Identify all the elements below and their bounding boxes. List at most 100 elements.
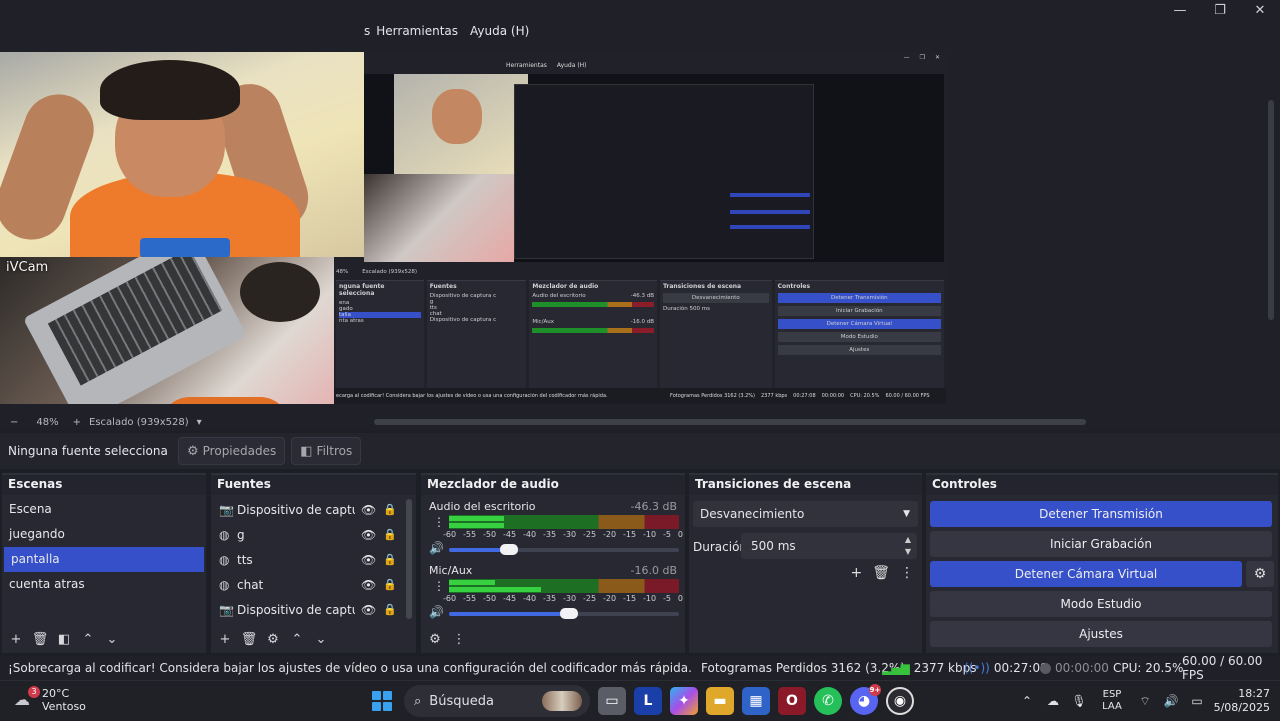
gears-icon[interactable]: ⚙: [425, 632, 445, 647]
settings-button[interactable]: Ajustes: [930, 621, 1272, 647]
trash-icon[interactable]: 🗑: [30, 632, 50, 647]
volume-slider[interactable]: [449, 544, 679, 555]
virtual-camera-settings-button[interactable]: ⚙: [1246, 561, 1274, 587]
studio-mode-button[interactable]: Modo Estudio: [930, 591, 1272, 617]
more-vertical-icon[interactable]: ⋮: [449, 632, 469, 647]
menu-herramientas[interactable]: Herramientas: [376, 24, 458, 38]
trash-icon[interactable]: 🗑: [239, 632, 259, 647]
source-item[interactable]: ◍ tts 👁 🔒: [211, 547, 416, 572]
scene-item[interactable]: Escena: [2, 497, 206, 522]
chevron-down-icon: ▼: [903, 509, 910, 519]
chevron-down-icon[interactable]: ⌄: [102, 632, 122, 647]
properties-button[interactable]: ⚙ Propiedades: [178, 437, 286, 465]
scale-select[interactable]: Escalado (939x528): [89, 417, 189, 428]
clock[interactable]: 18:27 5/08/2025: [1210, 687, 1280, 715]
trash-icon[interactable]: 🗑: [872, 565, 890, 581]
add-icon[interactable]: +: [6, 632, 26, 647]
meter-tick: -35: [543, 530, 557, 539]
lock-icon[interactable]: 🔒: [383, 503, 397, 516]
preview-canvas[interactable]: iVCam Herramientas Ayuda (H) — ❐ ✕ 48% Esc…: [0, 52, 946, 404]
file-explorer-icon[interactable]: ▬: [706, 687, 734, 715]
eye-icon[interactable]: 👁: [361, 553, 376, 567]
lock-icon[interactable]: 🔒: [383, 603, 397, 616]
eye-icon[interactable]: 👁: [361, 578, 376, 592]
chevron-up-icon[interactable]: ⌃: [287, 632, 307, 647]
meter-tick: -40: [523, 530, 537, 539]
lock-icon[interactable]: 🔒: [383, 578, 397, 591]
language-indicator[interactable]: ESP LAA: [1092, 689, 1132, 713]
transition-select[interactable]: Desvanecimiento ▼: [693, 501, 918, 527]
nested-duration-label: Duración: [662, 306, 688, 312]
eye-icon[interactable]: 👁: [361, 503, 376, 517]
start-recording-button[interactable]: Iniciar Grabación: [930, 531, 1272, 557]
close-button[interactable]: ✕: [1240, 0, 1280, 20]
more-vertical-icon[interactable]: ⋮: [433, 579, 445, 593]
speaker-icon[interactable]: 🔊: [429, 605, 444, 619]
volume-meter: [449, 579, 679, 593]
stop-streaming-button[interactable]: Detener Transmisión: [930, 501, 1272, 527]
mixer-channel: Mic/Aux -16.0 dB ⋮ -60 -55 -50 -45 -40 -35 -30 -25…: [421, 561, 685, 625]
fps: 60.00 / 60.00 FPS: [1182, 654, 1263, 682]
source-name: chat: [237, 577, 264, 592]
lock-icon[interactable]: 🔒: [383, 528, 397, 541]
volume-icon[interactable]: 🔊: [1158, 694, 1184, 708]
lock-icon[interactable]: 🔒: [383, 553, 397, 566]
chevron-down-icon[interactable]: ⌄: [311, 632, 331, 647]
minimize-button[interactable]: —: [1160, 0, 1200, 20]
more-vertical-icon[interactable]: ⋮: [900, 565, 914, 581]
add-icon[interactable]: +: [850, 565, 862, 581]
eye-icon[interactable]: 👁: [361, 603, 376, 617]
chevron-down-icon[interactable]: ▾: [197, 417, 202, 428]
chevron-up-icon[interactable]: ⌃: [1014, 694, 1040, 708]
chevron-up-icon[interactable]: ⌃: [78, 632, 98, 647]
source-item[interactable]: 📷Dispositivo de captura c 👁 🔒: [211, 497, 416, 522]
app-l-icon[interactable]: L: [634, 687, 662, 715]
no-source-label: Ninguna fuente selecciona: [8, 444, 168, 458]
stop-virtual-camera-button[interactable]: Detener Cámara Virtual: [930, 561, 1242, 587]
source-item[interactable]: ◍ g 👁 🔒: [211, 522, 416, 547]
task-view-icon[interactable]: ▭: [598, 687, 626, 715]
weather-widget[interactable]: ☁ 3 20°C Ventoso: [14, 686, 86, 713]
restore-button[interactable]: ❐: [1200, 0, 1240, 20]
duration-input[interactable]: 500 ms ▲ ▼: [741, 533, 917, 559]
more-vertical-icon[interactable]: ⋮: [433, 515, 445, 529]
sources-scrollbar[interactable]: [406, 499, 412, 619]
discord-icon[interactable]: ◕ 9+: [850, 684, 881, 715]
zoom-out-button[interactable]: −: [10, 417, 18, 428]
zoom-in-button[interactable]: +: [73, 417, 81, 428]
whatsapp-icon[interactable]: ✆: [814, 687, 842, 715]
microphone-icon[interactable]: 🎙: [1066, 694, 1092, 708]
lang-code: ESP: [1102, 689, 1122, 700]
menu-ayuda[interactable]: Ayuda (H): [470, 24, 529, 38]
obs-icon[interactable]: ◉: [886, 687, 914, 715]
preview-horizontal-scrollbar[interactable]: [374, 419, 1086, 425]
volume-slider[interactable]: [449, 608, 679, 619]
source-item[interactable]: ◍ chat 👁 🔒: [211, 572, 416, 597]
filter-icon[interactable]: ◧: [54, 632, 74, 647]
source-item[interactable]: 📷Dispositivo de captura c 👁 🔒: [211, 597, 416, 622]
copilot-icon[interactable]: ✦: [670, 687, 698, 715]
filters-button[interactable]: ◧ Filtros: [291, 437, 362, 465]
nested-status-msg: ecarga al codificar! Considera bajar los…: [336, 393, 608, 399]
speaker-icon[interactable]: 🔊: [429, 541, 444, 555]
windows-start-icon[interactable]: [368, 687, 396, 715]
scene-item-selected[interactable]: pantalla: [4, 547, 204, 572]
scene-item[interactable]: juegando: [2, 522, 206, 547]
duration-value: 500 ms: [751, 539, 796, 553]
battery-icon[interactable]: ▭: [1184, 694, 1210, 708]
slider-knob[interactable]: [499, 544, 518, 555]
duration-stepper[interactable]: ▲ ▼: [905, 534, 911, 558]
wifi-icon[interactable]: ⌔: [1132, 694, 1158, 709]
menu-partial[interactable]: s: [364, 24, 370, 38]
taskbar-search[interactable]: ⌕ Búsqueda: [404, 685, 590, 717]
microsoft-store-icon[interactable]: ▦: [742, 687, 770, 715]
window-controls: — ❐ ✕: [1160, 0, 1280, 20]
add-icon[interactable]: +: [215, 632, 235, 647]
slider-knob[interactable]: [559, 608, 578, 619]
preview-vertical-scrollbar[interactable]: [1268, 100, 1274, 320]
gear-icon[interactable]: ⚙: [263, 632, 283, 647]
opera-icon[interactable]: O: [778, 687, 806, 715]
onedrive-icon[interactable]: ☁: [1040, 694, 1066, 708]
eye-icon[interactable]: 👁: [361, 528, 376, 542]
scene-item[interactable]: cuenta atras: [2, 572, 206, 597]
